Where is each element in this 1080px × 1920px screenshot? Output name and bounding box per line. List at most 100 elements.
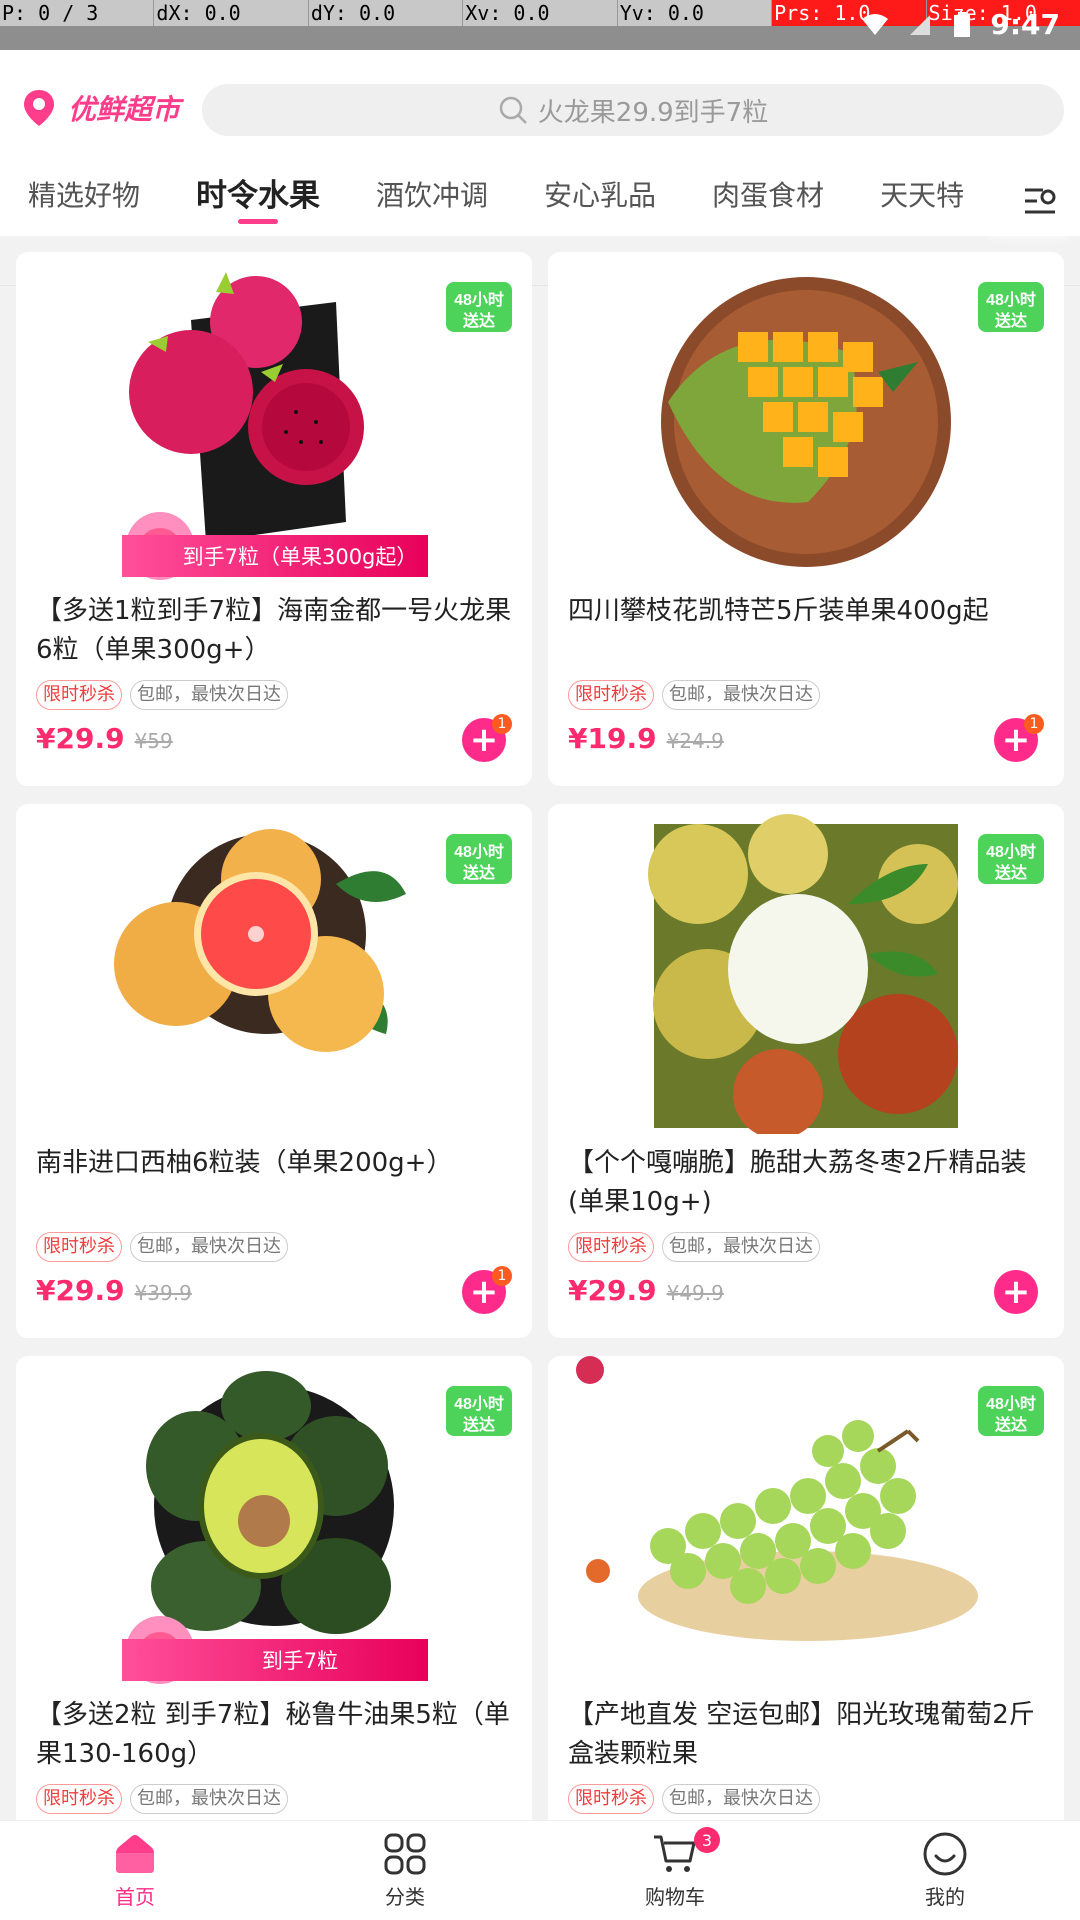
shipping-tag: 包邮，最快次日达 (662, 1232, 820, 1262)
original-price: ¥39.9 (134, 1281, 192, 1305)
shipping-tag: 包邮，最快次日达 (130, 1232, 288, 1262)
pointer-count: P: 0 / 3 (0, 0, 155, 26)
product-card[interactable]: 48小时 送达 【产地直发 空运包邮】阳光玫瑰葡萄2斤盒装颗粒果 限时秒杀 包邮… (548, 1356, 1064, 1890)
product-tags: 限时秒杀 包邮，最快次日达 (568, 680, 820, 710)
velocity-x: Xv: 0.0 (463, 0, 618, 26)
velocity-y: Yv: 0.0 (618, 0, 773, 26)
tab-daily-special[interactable]: 天天特 (852, 166, 992, 236)
category-icon (384, 1833, 426, 1875)
product-tags: 限时秒杀 包邮，最快次日达 (36, 1232, 288, 1262)
svg-text:48小时: 48小时 (986, 291, 1036, 309)
price-row: ¥29.9 ¥49.9 (568, 1274, 724, 1307)
product-tags: 限时秒杀 包邮，最快次日达 (36, 680, 288, 710)
category-menu-button[interactable] (1000, 166, 1080, 236)
bottom-tab-bar: 首页 分类 3 购物车 我的 (0, 1820, 1080, 1920)
svg-text:48小时: 48小时 (454, 843, 504, 861)
promo-banner: 到手7粒（单果300g起） (122, 535, 428, 577)
svg-text:送达: 送达 (462, 863, 495, 882)
shipping-tag: 包邮，最快次日达 (130, 1784, 288, 1814)
delta-y: dY: 0.0 (309, 0, 464, 26)
shipping-tag: 包邮，最快次日达 (130, 680, 288, 710)
search-input[interactable]: 火龙果29.9到手7粒 (202, 84, 1064, 136)
svg-text:48小时: 48小时 (454, 291, 504, 309)
tabbar-category[interactable]: 分类 (270, 1821, 540, 1920)
delta-x: dX: 0.0 (154, 0, 309, 26)
tabbar-cart-label: 购物车 (645, 1885, 705, 1909)
48h-delivery-badge: 48小时 送达 (978, 834, 1044, 884)
tab-dairy[interactable]: 安心乳品 (516, 166, 684, 236)
tabbar-profile-label: 我的 (925, 1885, 965, 1909)
svg-text:送达: 送达 (462, 311, 495, 330)
product-tags: 限时秒杀 包邮，最快次日达 (36, 1784, 288, 1814)
search-placeholder: 火龙果29.9到手7粒 (537, 97, 769, 128)
cart-icon (654, 1835, 696, 1872)
price: ¥29.9 (36, 1274, 125, 1307)
flash-sale-tag: 限时秒杀 (568, 680, 654, 710)
product-card[interactable]: 48小时 送达 四川攀枝花凯特芒5斤装单果400g起 限时秒杀 包邮，最快次日达… (548, 252, 1064, 786)
price: ¥29.9 (568, 1274, 657, 1307)
profile-icon (923, 1832, 967, 1876)
shipping-tag: 包邮，最快次日达 (662, 1784, 820, 1814)
flash-sale-tag: 限时秒杀 (568, 1784, 654, 1814)
svg-text:48小时: 48小时 (986, 1395, 1036, 1413)
search-icon (499, 96, 527, 124)
svg-text:48小时: 48小时 (986, 843, 1036, 861)
clock: 9:47 (990, 8, 1060, 41)
product-title: 南非进口西柚6粒装（单果200g+） (36, 1148, 453, 1178)
flash-sale-tag: 限时秒杀 (36, 1784, 122, 1814)
status-icons: 9:47 (860, 8, 1060, 41)
flash-sale-tag: 限时秒杀 (36, 680, 122, 710)
svg-text:送达: 送达 (994, 863, 1027, 882)
app-header: 优鲜超市 火龙果29.9到手7粒 精选好物 时令水果 酒饮冲调 安心乳品 肉蛋食… (0, 50, 1080, 286)
tabbar-home[interactable]: 首页 (0, 1821, 270, 1920)
add-to-cart-button[interactable]: + (994, 1270, 1038, 1314)
original-price: ¥49.9 (666, 1281, 724, 1305)
flash-sale-tag: 限时秒杀 (36, 1232, 122, 1262)
48h-delivery-badge: 48小时 送达 (446, 834, 512, 884)
product-card[interactable]: 48小时 送达 到手7粒 【多送2粒 到手7粒】秘鲁牛油果5粒（单果130-16… (16, 1356, 532, 1890)
tab-meat-eggs[interactable]: 肉蛋食材 (684, 166, 852, 236)
product-tags: 限时秒杀 包邮，最快次日达 (568, 1232, 820, 1262)
svg-text:48小时: 48小时 (454, 1395, 504, 1413)
original-price: ¥24.9 (666, 729, 724, 753)
product-card[interactable]: 48小时 送达 南非进口西柚6粒装（单果200g+） 限时秒杀 包邮，最快次日达… (16, 804, 532, 1338)
store-name: 优鲜超市 (68, 93, 181, 126)
product-title: 【多送2粒 到手7粒】秘鲁牛油果5粒（单果130-160g） (36, 1700, 510, 1769)
svg-text:送达: 送达 (462, 1415, 495, 1434)
menu-filter-icon (1025, 188, 1056, 214)
price-row: ¥29.9 ¥39.9 (36, 1274, 192, 1307)
cart-count-badge: 1 (492, 714, 512, 734)
price: ¥19.9 (568, 722, 657, 755)
location-pin-icon (24, 90, 54, 126)
price-row: ¥19.9 ¥24.9 (568, 722, 724, 755)
product-tags: 限时秒杀 包邮，最快次日达 (568, 1784, 820, 1814)
flash-sale-tag: 限时秒杀 (568, 1232, 654, 1262)
48h-delivery-badge: 48小时 送达 (446, 282, 512, 332)
price: ¥29.9 (36, 722, 125, 755)
promo-banner: 到手7粒 (122, 1639, 428, 1681)
tabbar-profile[interactable]: 我的 (810, 1821, 1080, 1920)
svg-text:送达: 送达 (994, 311, 1027, 330)
tab-drinks[interactable]: 酒饮冲调 (348, 166, 516, 236)
battery-icon (954, 11, 971, 37)
home-icon (116, 1835, 154, 1873)
tab-featured[interactable]: 精选好物 (0, 166, 168, 236)
tabbar-cart[interactable]: 3 购物车 (540, 1821, 810, 1920)
product-title: 四川攀枝花凯特芒5斤装单果400g起 (568, 596, 989, 626)
48h-delivery-badge: 48小时 送达 (446, 1386, 512, 1436)
store-selector[interactable]: 优鲜超市 (22, 88, 180, 128)
product-title: 【个个嘎嘣脆】脆甜大荔冬枣2斤精品装 (单果10g+) (568, 1148, 1027, 1217)
tabbar-category-label: 分类 (385, 1885, 425, 1909)
original-price: ¥59 (134, 729, 173, 753)
product-card[interactable]: 48小时 送达 到手7粒（单果300g起） 【多送1粒到手7粒】海南金都一号火龙… (16, 252, 532, 786)
product-card[interactable]: 48小时 送达 【个个嘎嘣脆】脆甜大荔冬枣2斤精品装 (单果10g+) 限时秒杀… (548, 804, 1064, 1338)
wifi-icon (862, 13, 889, 35)
svg-text:送达: 送达 (994, 1415, 1027, 1434)
shipping-tag: 包邮，最快次日达 (662, 680, 820, 710)
tabbar-home-label: 首页 (115, 1885, 155, 1909)
product-title: 【产地直发 空运包邮】阳光玫瑰葡萄2斤盒装颗粒果 (568, 1700, 1035, 1769)
cart-count-badge: 1 (1024, 714, 1044, 734)
cart-count-badge: 1 (492, 1266, 512, 1286)
tab-seasonal-fruit[interactable]: 时令水果 (168, 166, 348, 236)
category-tabs: 精选好物 时令水果 酒饮冲调 安心乳品 肉蛋食材 天天特 (0, 166, 1000, 236)
